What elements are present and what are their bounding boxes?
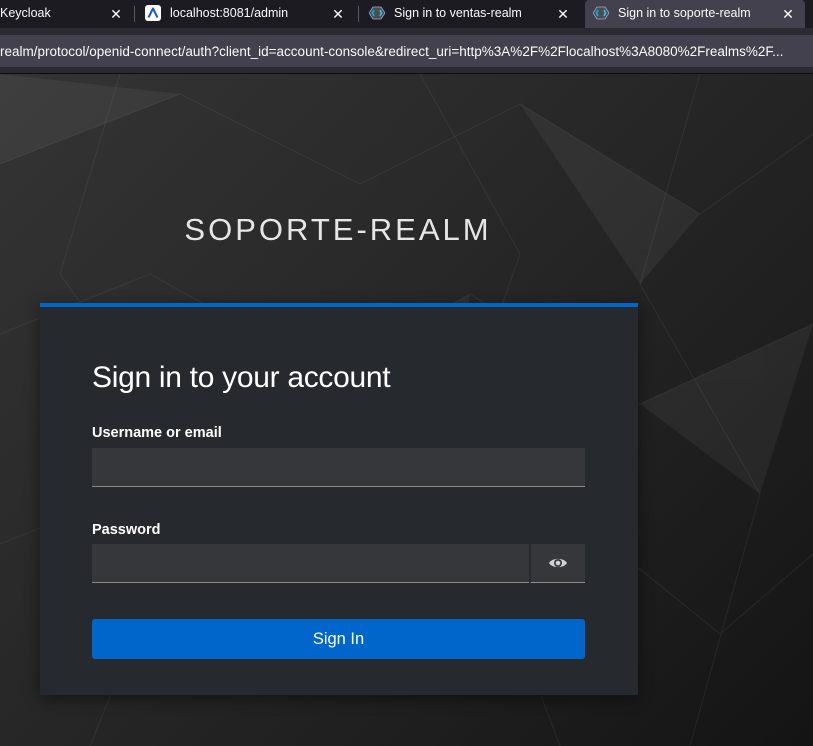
password-label: Password [92,522,161,538]
tab-bar: Keycloak ✕ localhost:8081/admin ✕ Sign i… [0,0,813,28]
username-label: Username or email [92,425,222,441]
tab-soporte-realm[interactable]: Sign in to soporte-realm ✕ [585,0,805,28]
close-icon[interactable]: ✕ [779,5,797,23]
sign-in-button[interactable]: Sign In [92,619,585,659]
tab-ventas-realm[interactable]: Sign in to ventas-realm ✕ [359,0,583,28]
page-title: Sign in to your account [92,361,391,394]
close-icon[interactable]: ✕ [329,5,347,23]
eye-icon [549,558,567,568]
url-text: realm/protocol/openid-connect/auth?clien… [0,43,784,59]
password-input[interactable] [92,544,529,583]
tab-keycloak[interactable]: Keycloak ✕ [0,0,133,28]
close-icon[interactable]: ✕ [554,5,572,23]
app-logo-icon [145,5,161,21]
tab-title: localhost:8081/admin [170,6,289,20]
username-input[interactable] [92,448,585,487]
login-card: Sign in to your account Username or emai… [40,303,638,695]
keycloak-icon [369,6,385,20]
realm-name: SOPORTE-REALM [184,212,492,247]
show-password-button[interactable] [530,544,585,583]
keycloak-icon [593,6,609,20]
tab-title: Sign in to soporte-realm [618,6,751,20]
tab-title: Keycloak [0,6,51,20]
tab-localhost-admin[interactable]: localhost:8081/admin ✕ [135,0,357,28]
login-page: SOPORTE-REALM Sign in to your account Us… [0,74,813,746]
tab-title: Sign in to ventas-realm [394,6,522,20]
close-icon[interactable]: ✕ [107,5,125,23]
navigation-toolbar: realm/protocol/openid-connect/auth?clien… [0,28,813,74]
url-field[interactable]: realm/protocol/openid-connect/auth?clien… [0,35,813,67]
